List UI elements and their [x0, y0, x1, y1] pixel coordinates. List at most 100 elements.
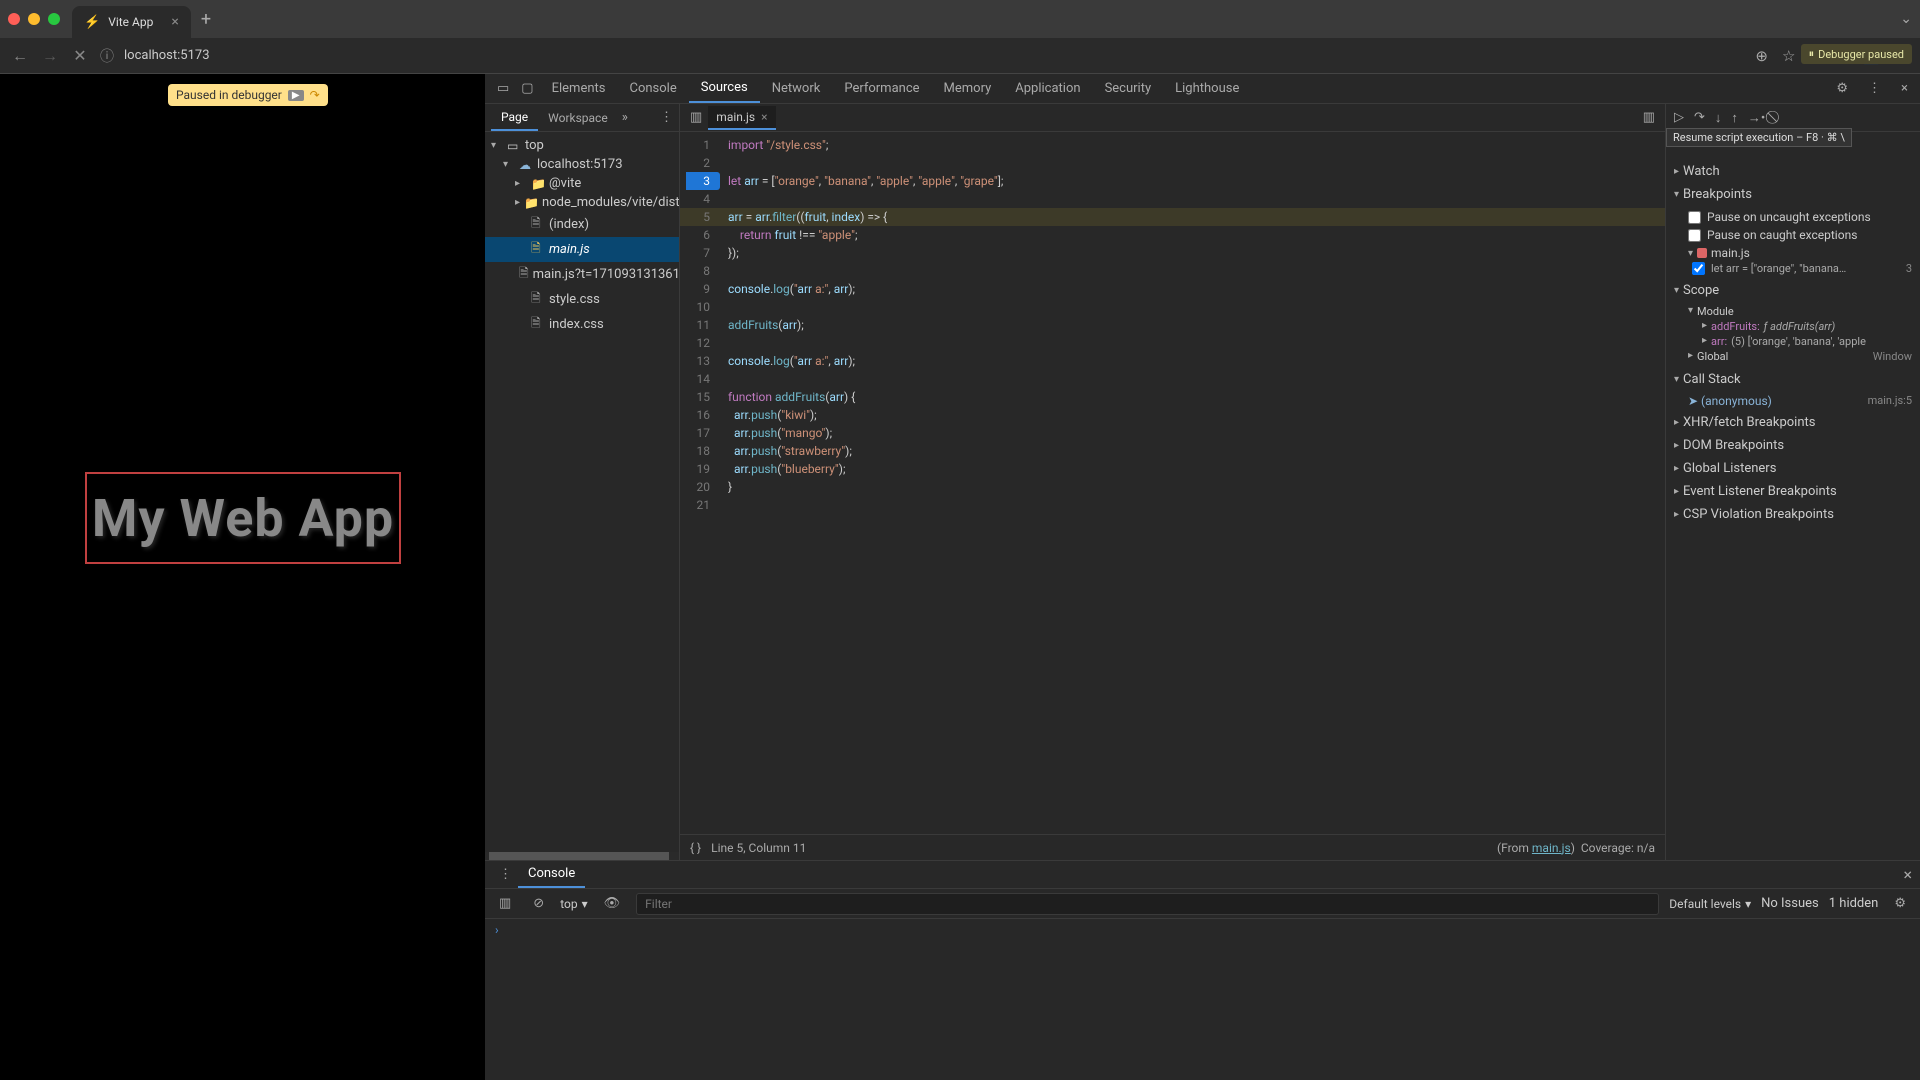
resume-button[interactable]: ▷ [1674, 110, 1684, 125]
live-expression-icon[interactable]: 👁 [604, 896, 621, 911]
code-line[interactable]: 13console.log("arr a:", arr); [680, 352, 1665, 370]
tree-indexcss[interactable]: 🗎index.css [485, 312, 679, 337]
tree-index[interactable]: 🗎(index) [485, 212, 679, 237]
back-button[interactable]: ← [10, 46, 30, 66]
console-drawer-tab[interactable]: Console [518, 861, 585, 888]
code-line[interactable]: 6 return fruit !== "apple"; [680, 226, 1665, 244]
step-button[interactable]: →• [1748, 110, 1765, 126]
new-tab-button[interactable]: + [201, 9, 211, 30]
tree-node-modules[interactable]: ▸📁node_modules/vite/dist/c [485, 193, 679, 212]
log-levels-selector[interactable]: Default levels ▾ [1669, 897, 1751, 911]
issues-label[interactable]: No Issues [1761, 896, 1819, 911]
tab-network[interactable]: Network [760, 74, 833, 103]
context-selector[interactable]: top ▾ [560, 897, 587, 911]
toggle-sidebar-icon[interactable]: ▥ [499, 896, 511, 911]
code-line[interactable]: 12 [680, 334, 1665, 352]
nav-tab-page[interactable]: Page [491, 104, 538, 131]
scope-module[interactable]: ▾Module [1688, 304, 1912, 319]
close-devtools-icon[interactable]: × [1901, 81, 1908, 96]
step-out-button[interactable]: ↑ [1731, 110, 1738, 126]
code-line[interactable]: 5arr = arr.filter((fruit, index) => { [680, 208, 1665, 226]
toggle-navigator-icon[interactable]: ▥ [690, 110, 702, 125]
bookmark-icon[interactable]: ☆ [1782, 47, 1795, 65]
code-line[interactable]: 7}); [680, 244, 1665, 262]
code-line[interactable]: 15function addFruits(arr) { [680, 388, 1665, 406]
code-line[interactable]: 2 [680, 154, 1665, 172]
tab-memory[interactable]: Memory [932, 74, 1004, 103]
code-line[interactable]: 16 arr.push("kiwi"); [680, 406, 1665, 424]
devtools-menu-icon[interactable]: ⋮ [1868, 81, 1881, 96]
pretty-print-icon[interactable]: { } [690, 841, 701, 855]
device-toggle-icon[interactable]: ▢ [521, 81, 533, 96]
maximize-window-button[interactable] [48, 13, 60, 25]
reload-button[interactable]: ✕ [70, 46, 90, 65]
breakpoints-section[interactable]: ▾Breakpoints [1666, 183, 1920, 206]
scope-addfruits[interactable]: ▸addFruits: ƒ addFruits(arr) [1688, 319, 1912, 334]
bp-toggle-checkbox[interactable] [1692, 262, 1705, 275]
inspect-icon[interactable]: ▭ [497, 81, 509, 96]
callstack-section[interactable]: ▾Call Stack [1666, 368, 1920, 391]
code-line[interactable]: 1import "/style.css"; [680, 136, 1665, 154]
breakpoint-entry[interactable]: let arr = ["orange", "banana… 3 [1688, 262, 1912, 275]
tree-mainjs[interactable]: 🗎main.js [485, 237, 679, 262]
step-over-button[interactable]: ↷ [1694, 110, 1705, 125]
toggle-debugger-icon[interactable]: ▥ [1643, 110, 1655, 125]
code-line[interactable]: 20} [680, 478, 1665, 496]
watch-section[interactable]: ▸Watch [1666, 160, 1920, 183]
global-listeners-section[interactable]: ▸Global Listeners [1666, 457, 1920, 480]
tab-security[interactable]: Security [1093, 74, 1164, 103]
code-line[interactable]: 14 [680, 370, 1665, 388]
code-line[interactable]: 10 [680, 298, 1665, 316]
step-over-icon[interactable]: ↷ [310, 88, 320, 102]
close-tab-icon[interactable]: × [171, 14, 178, 30]
forward-button[interactable]: → [40, 46, 60, 66]
console-body[interactable]: › [485, 919, 1920, 1080]
editor-tab-mainjs[interactable]: main.js × [708, 106, 775, 130]
scope-section[interactable]: ▾Scope [1666, 279, 1920, 302]
nav-kebab-icon[interactable]: ⋮ [660, 110, 673, 125]
tab-performance[interactable]: Performance [832, 74, 931, 103]
close-editor-tab-icon[interactable]: × [761, 110, 767, 124]
code-line[interactable]: 4 [680, 190, 1665, 208]
code-line[interactable]: 19 arr.push("blueberry"); [680, 460, 1665, 478]
pause-caught-checkbox[interactable]: Pause on caught exceptions [1688, 226, 1912, 244]
console-filter-input[interactable] [636, 893, 1659, 915]
nav-scrollbar[interactable] [489, 852, 669, 860]
tree-mainjs-ts[interactable]: 🗎main.js?t=171093131361 [485, 262, 679, 287]
console-settings-icon[interactable]: ⚙ [1894, 896, 1906, 911]
callstack-frame[interactable]: ➤ (anonymous) main.js:5 [1666, 391, 1920, 411]
event-listener-bp-section[interactable]: ▸Event Listener Breakpoints [1666, 480, 1920, 503]
code-line[interactable]: 8 [680, 262, 1665, 280]
code-line[interactable]: 18 arr.push("strawberry"); [680, 442, 1665, 460]
code-line[interactable]: 17 arr.push("mango"); [680, 424, 1665, 442]
tab-sources[interactable]: Sources [689, 74, 760, 103]
tab-lighthouse[interactable]: Lighthouse [1163, 74, 1251, 103]
tree-vite-folder[interactable]: ▸📁@vite [485, 174, 679, 193]
site-info-icon[interactable]: ⓘ [100, 46, 114, 66]
resume-icon[interactable]: ▶ [288, 90, 304, 101]
browser-tab[interactable]: ⚡ Vite App × [72, 6, 191, 38]
hidden-count[interactable]: 1 hidden [1829, 896, 1879, 911]
zoom-icon[interactable]: ⊕ [1755, 47, 1768, 65]
code-line[interactable]: 9console.log("arr a:", arr); [680, 280, 1665, 298]
bp-file-header[interactable]: ▾main.js [1688, 244, 1912, 262]
xhr-bp-section[interactable]: ▸XHR/fetch Breakpoints [1666, 411, 1920, 434]
dom-bp-section[interactable]: ▸DOM Breakpoints [1666, 434, 1920, 457]
settings-icon[interactable]: ⚙ [1836, 81, 1848, 96]
console-menu-icon[interactable]: ⋮ [499, 867, 512, 882]
close-window-button[interactable] [8, 13, 20, 25]
tree-stylecss[interactable]: 🗎style.css [485, 287, 679, 312]
nav-tab-workspace[interactable]: Workspace [538, 104, 618, 131]
csp-bp-section[interactable]: ▸CSP Violation Breakpoints [1666, 503, 1920, 526]
tree-top[interactable]: ▾▭top [485, 136, 679, 155]
tab-console[interactable]: Console [617, 74, 688, 103]
tree-host[interactable]: ▾☁localhost:5173 [485, 155, 679, 174]
close-drawer-icon[interactable]: × [1903, 865, 1912, 884]
scope-global[interactable]: ▸GlobalWindow [1688, 349, 1912, 364]
pause-uncaught-checkbox[interactable]: Pause on uncaught exceptions [1688, 208, 1912, 226]
url-text[interactable]: localhost:5173 [124, 48, 210, 63]
tab-application[interactable]: Application [1003, 74, 1092, 103]
code-line[interactable]: 11addFruits(arr); [680, 316, 1665, 334]
code-line[interactable]: 21 [680, 496, 1665, 514]
code-line[interactable]: 3let arr = ["orange", "banana", "apple",… [680, 172, 1665, 190]
